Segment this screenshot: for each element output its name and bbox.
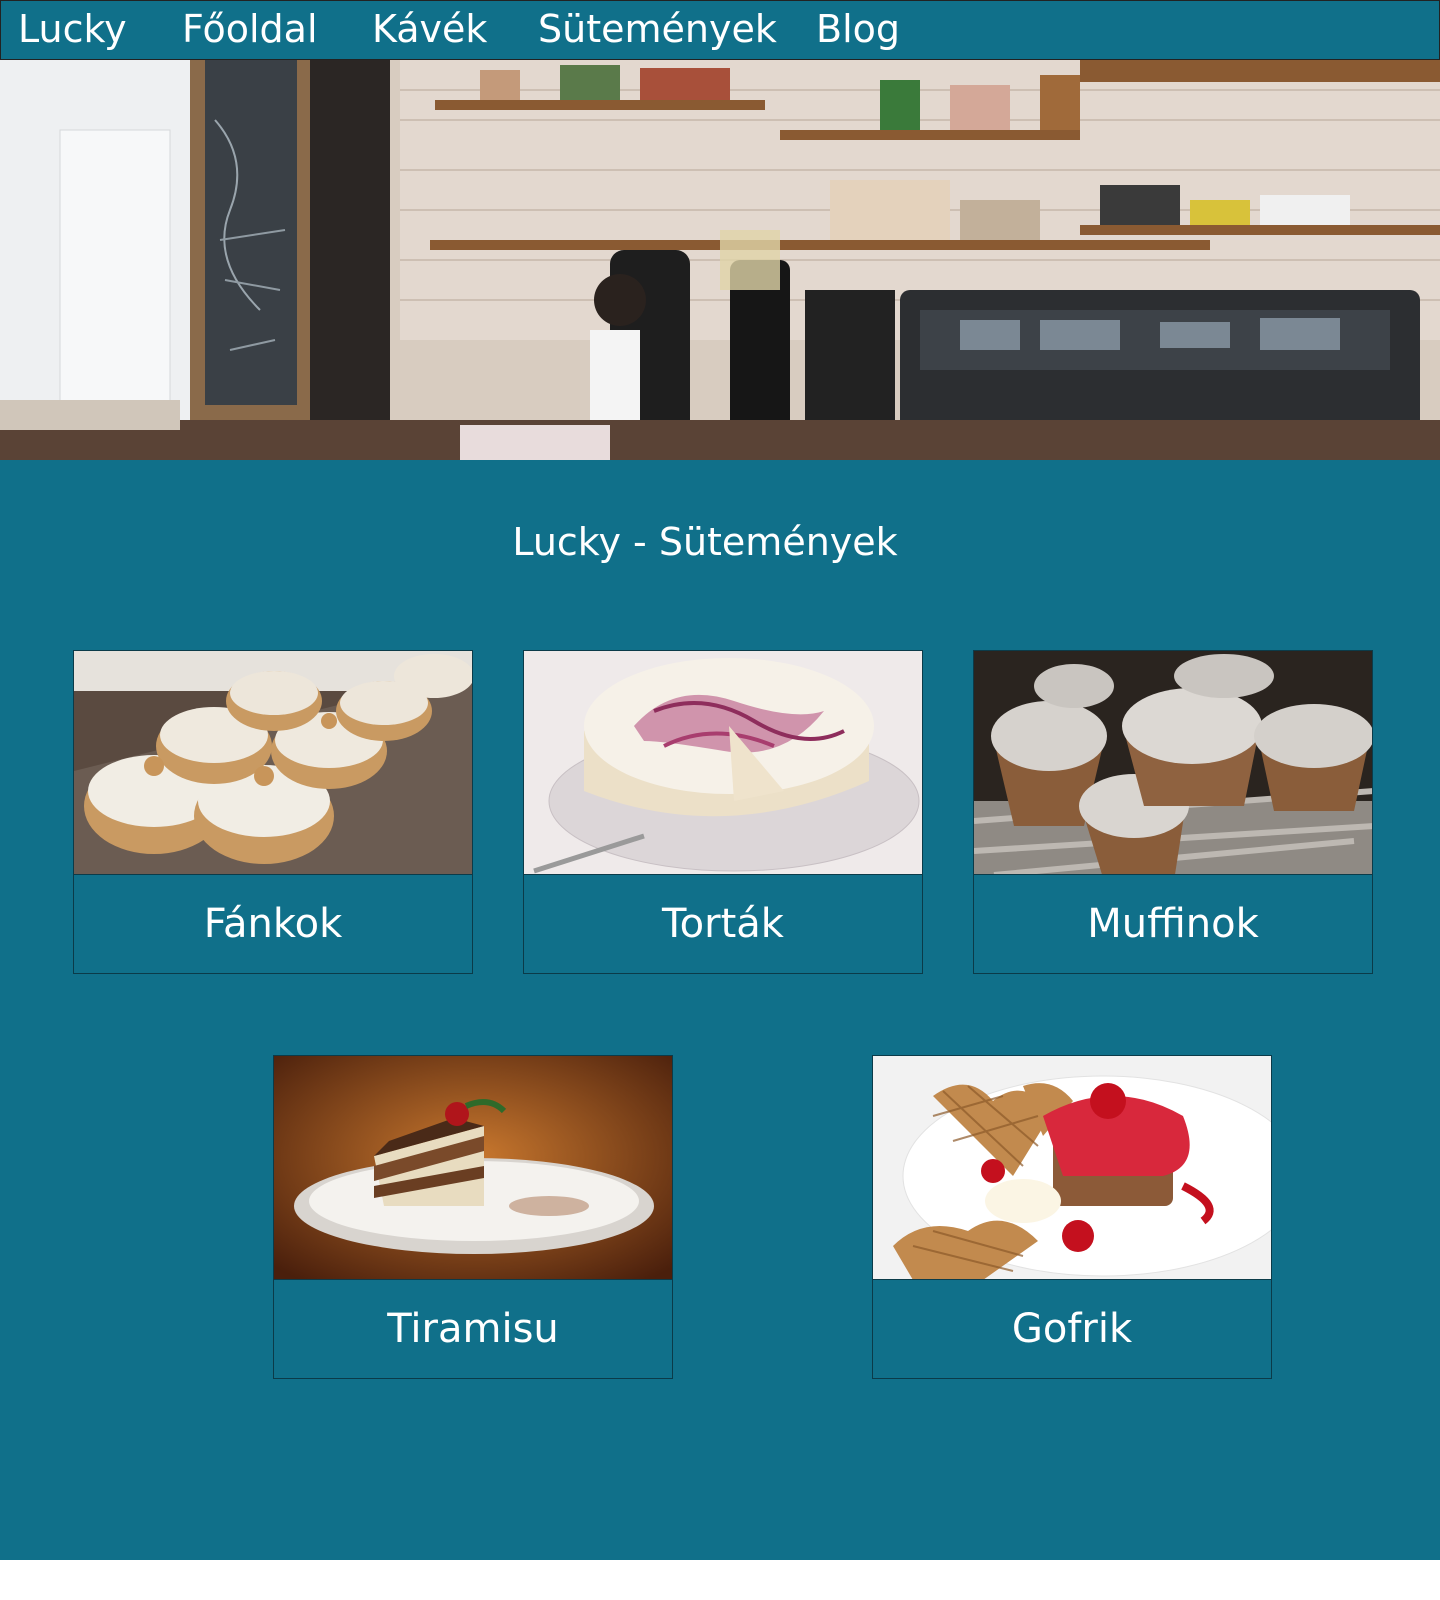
- card-label-box: Torták: [523, 874, 923, 974]
- nav-link-blog[interactable]: Blog: [816, 7, 900, 51]
- card-label-box: Muffinok: [973, 874, 1373, 974]
- nav-link-coffees[interactable]: Kávék: [372, 7, 487, 51]
- card-label: Muffinok: [1087, 901, 1259, 947]
- page-title: Lucky - Sütemények: [512, 520, 898, 564]
- card-muffins[interactable]: Muffinok: [973, 650, 1373, 976]
- card-cakes[interactable]: Torták: [523, 650, 923, 976]
- hero-image: [0, 60, 1440, 460]
- card-label: Fánkok: [203, 901, 343, 947]
- card-label: Torták: [662, 901, 784, 947]
- card-tiramisu[interactable]: Tiramisu: [273, 1055, 673, 1381]
- top-nav: Lucky Főoldal Kávék Sütemények Blog: [0, 0, 1440, 60]
- card-donuts[interactable]: Fánkok: [73, 650, 473, 976]
- card-label-box: Tiramisu: [273, 1279, 673, 1379]
- brand-link[interactable]: Lucky: [18, 7, 127, 51]
- donuts-photo: [73, 650, 473, 874]
- tiramisu-photo: [273, 1055, 673, 1279]
- nav-link-pastries[interactable]: Sütemények: [538, 7, 777, 51]
- waffles-photo: [872, 1055, 1272, 1279]
- nav-link-home[interactable]: Főoldal: [182, 7, 318, 51]
- card-label: Tiramisu: [387, 1306, 559, 1352]
- cheesecake-photo: [523, 650, 923, 874]
- card-label: Gofrik: [1011, 1306, 1133, 1352]
- card-label-box: Fánkok: [73, 874, 473, 974]
- card-waffles[interactable]: Gofrik: [872, 1055, 1272, 1381]
- card-label-box: Gofrik: [872, 1279, 1272, 1379]
- muffins-photo: [973, 650, 1373, 874]
- main-content: Lucky - Sütemények Fánkok Torták Muffino…: [0, 460, 1440, 1560]
